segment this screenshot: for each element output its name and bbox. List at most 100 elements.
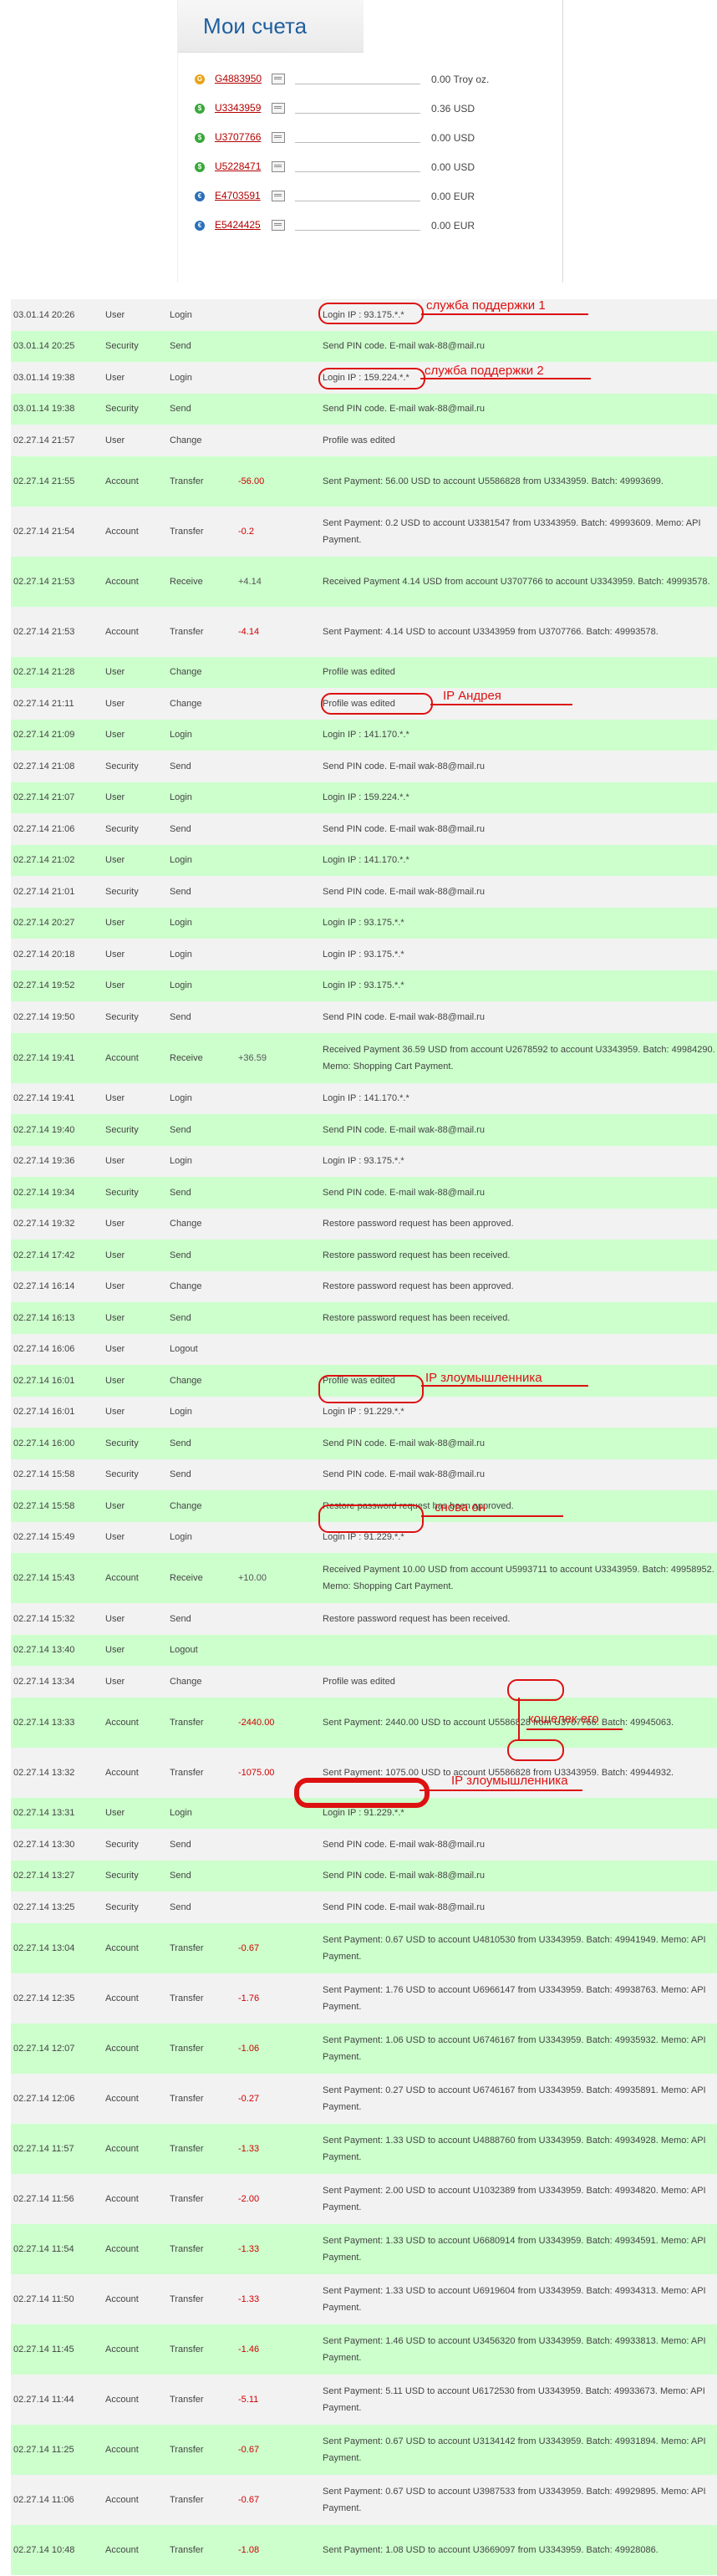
row-description bbox=[323, 1635, 715, 1667]
row-date: 02.27.14 19:50 bbox=[13, 1011, 75, 1022]
row-amount bbox=[238, 845, 322, 877]
table-row: 02.27.14 21:01 Security Send Send PIN code.… bbox=[11, 876, 717, 909]
row-date: 02.27.14 13:31 bbox=[13, 1808, 75, 1819]
row-date: 02.27.14 15:58 bbox=[13, 1500, 75, 1511]
row-description: Login IP : 141.170.*.* bbox=[323, 730, 409, 741]
row-action: Change bbox=[170, 1676, 202, 1687]
row-date: 02.27.14 11:57 bbox=[13, 2143, 74, 2154]
row-description: Login IP : 93.175.*.* bbox=[323, 1156, 404, 1167]
table-row: 02.27.14 21:06 Security Send Send PIN code.… bbox=[11, 813, 717, 846]
row-action: Receive bbox=[170, 1573, 203, 1583]
account-link[interactable]: U3343959 bbox=[215, 102, 261, 114]
row-group: Account bbox=[105, 1573, 139, 1583]
account-row: € E5424425 0.00 EUR bbox=[195, 216, 554, 237]
account-link[interactable]: E5424425 bbox=[215, 219, 261, 231]
row-description: Received Payment 4.14 USD from account U… bbox=[323, 576, 710, 587]
row-action: Send bbox=[170, 1011, 191, 1022]
row-date: 02.27.14 11:25 bbox=[13, 2444, 74, 2455]
row-description: Sent Payment: 1.06 USD to account U67461… bbox=[323, 2034, 706, 2062]
table-row: 03.01.14 20:25 Security Send Send PIN code.… bbox=[11, 330, 717, 363]
row-description: Sent Payment: 0.67 USD to account U31341… bbox=[323, 2436, 706, 2463]
statement-icon[interactable] bbox=[272, 103, 285, 114]
row-action: Send bbox=[170, 1871, 191, 1881]
row-amount: +36.59 bbox=[238, 1052, 267, 1063]
row-description bbox=[323, 1334, 715, 1366]
row-amount bbox=[238, 299, 322, 331]
annotation-oval bbox=[318, 368, 425, 389]
row-group: User bbox=[105, 1219, 125, 1229]
row-group: User bbox=[105, 1281, 125, 1292]
account-link[interactable]: G4883950 bbox=[215, 73, 262, 84]
statement-icon[interactable] bbox=[272, 74, 285, 84]
row-description: Received Payment 10.00 USD from account … bbox=[323, 1565, 714, 1591]
account-balance: 0.00 EUR bbox=[431, 220, 475, 232]
annotation-oval bbox=[318, 1504, 424, 1533]
row-amount: -1.76 bbox=[238, 1993, 260, 2003]
annotation-oval bbox=[507, 1679, 564, 1701]
row-group: User bbox=[105, 918, 125, 929]
account-row: $ U3343959 0.36 USD bbox=[195, 99, 554, 120]
row-date: 02.27.14 15:32 bbox=[13, 1613, 75, 1624]
statement-icon[interactable] bbox=[272, 161, 285, 172]
row-group: Security bbox=[105, 1124, 139, 1135]
row-action: Send bbox=[170, 1469, 191, 1480]
row-group: User bbox=[105, 1532, 125, 1543]
table-row: 02.27.14 11:50 Account Transfer -1.33 Sent P… bbox=[11, 2273, 717, 2325]
account-balance: 0.00 EUR bbox=[431, 191, 475, 202]
table-row: 02.27.14 19:36 User Login Login IP : 93.175… bbox=[11, 1145, 717, 1178]
row-group: Security bbox=[105, 341, 139, 352]
statement-icon[interactable] bbox=[272, 132, 285, 143]
row-date: 03.01.14 19:38 bbox=[13, 372, 75, 383]
row-date: 02.27.14 19:52 bbox=[13, 980, 75, 991]
row-description: Send PIN code. E-mail wak-88@mail.ru bbox=[323, 1469, 485, 1480]
row-description: Sent Payment: 1.33 USD to account U69196… bbox=[323, 2285, 706, 2313]
row-group: Security bbox=[105, 1469, 139, 1480]
table-row: 02.27.14 13:33 Account Transfer -2440.00 Sen… bbox=[11, 1697, 717, 1749]
row-action: Login bbox=[170, 1532, 192, 1543]
divider bbox=[295, 230, 420, 231]
row-group: User bbox=[105, 1808, 125, 1819]
row-date: 02.27.14 13:25 bbox=[13, 1901, 75, 1912]
row-amount bbox=[238, 1209, 322, 1240]
row-action: Logout bbox=[170, 1645, 198, 1656]
row-action: Transfer bbox=[170, 2394, 204, 2405]
account-link[interactable]: E4703591 bbox=[215, 190, 261, 201]
row-description: Sent Payment: 0.67 USD to account U48105… bbox=[323, 1934, 706, 1962]
row-amount: -1.33 bbox=[238, 2143, 260, 2154]
table-row: 03.01.14 19:38 Security Send Send PIN code.… bbox=[11, 393, 717, 425]
row-amount bbox=[238, 939, 322, 970]
row-amount bbox=[238, 720, 322, 751]
table-row: 02.27.14 15:43 Account Receive +10.00 Receiv… bbox=[11, 1553, 717, 1604]
account-link[interactable]: U3707766 bbox=[215, 131, 261, 143]
row-date: 03.01.14 20:26 bbox=[13, 309, 75, 320]
table-row: 02.27.14 11:44 Account Transfer -5.11 Sent P… bbox=[11, 2374, 717, 2426]
row-amount bbox=[238, 1428, 322, 1459]
row-description: Sent Payment: 1.33 USD to account U66809… bbox=[323, 2235, 706, 2263]
row-action: Send bbox=[170, 1250, 191, 1260]
row-group: Account bbox=[105, 2293, 139, 2304]
row-date: 02.27.14 21:08 bbox=[13, 761, 75, 771]
row-date: 02.27.14 19:41 bbox=[13, 1093, 75, 1104]
row-date: 02.27.14 21:53 bbox=[13, 576, 75, 587]
table-row: 02.27.14 11:54 Account Transfer -1.33 Sent P… bbox=[11, 2223, 717, 2275]
row-date: 02.27.14 21:55 bbox=[13, 476, 75, 486]
account-balance: 0.00 Troy oz. bbox=[431, 74, 490, 85]
statement-icon[interactable] bbox=[272, 220, 285, 231]
row-description: Sent Payment: 1.76 USD to account U69661… bbox=[323, 1984, 706, 2012]
row-group: User bbox=[105, 855, 125, 866]
row-action: Send bbox=[170, 341, 191, 352]
divider bbox=[295, 142, 420, 143]
dollar-coin-icon: $ bbox=[195, 104, 205, 114]
statement-icon[interactable] bbox=[272, 191, 285, 201]
row-date: 02.27.14 11:56 bbox=[13, 2193, 74, 2204]
account-link[interactable]: U5228471 bbox=[215, 160, 261, 172]
row-action: Login bbox=[170, 309, 192, 320]
row-date: 02.27.14 12:35 bbox=[13, 1993, 75, 2003]
row-group: Account bbox=[105, 1942, 139, 1953]
row-amount bbox=[238, 1001, 322, 1033]
row-date: 02.27.14 13:32 bbox=[13, 1767, 75, 1778]
row-action: Send bbox=[170, 1187, 191, 1198]
row-description: Sent Payment: 0.27 USD to account U67461… bbox=[323, 2085, 706, 2112]
row-amount bbox=[238, 876, 322, 908]
row-action: Transfer bbox=[170, 2093, 204, 2104]
